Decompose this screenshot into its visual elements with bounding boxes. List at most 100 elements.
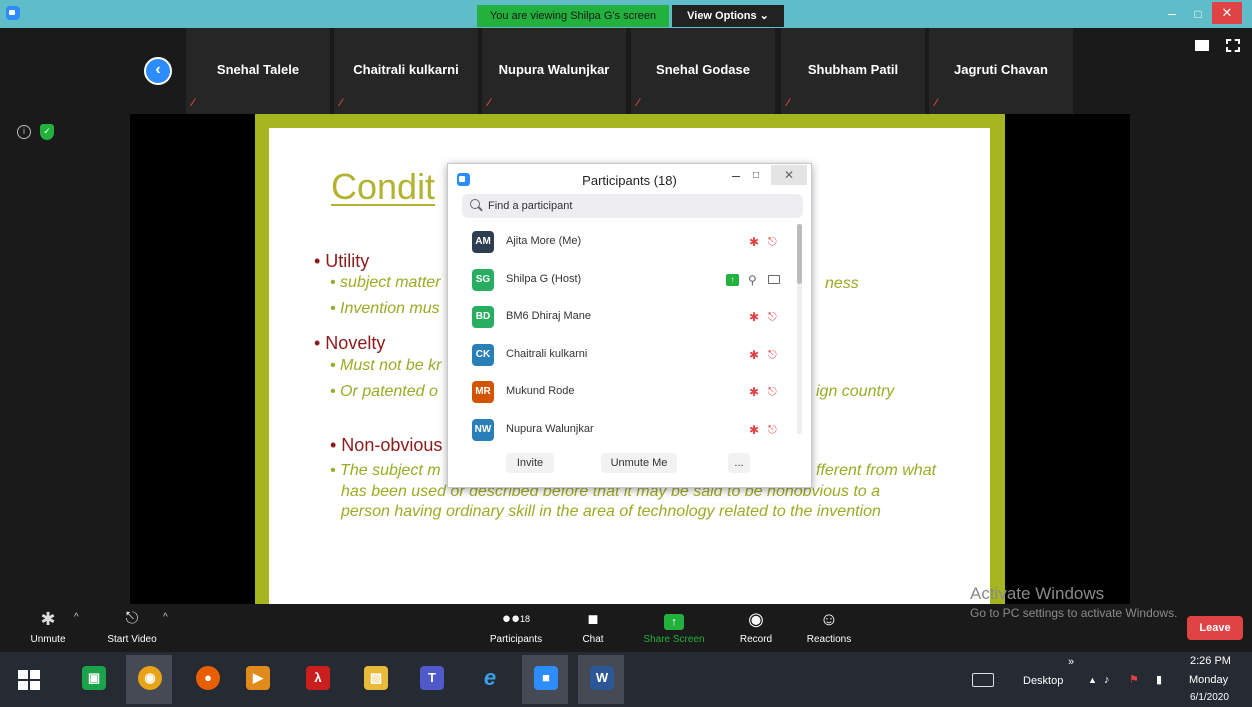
chat-icon: ■ [587, 609, 599, 629]
participant-row[interactable]: CK Chaitrali kulkarni ✱ ⎋ [448, 337, 798, 374]
encryption-shield-icon[interactable]: ✓ [40, 124, 54, 140]
speaker-view-icon[interactable] [1195, 40, 1209, 51]
avatar: SG [472, 269, 494, 291]
participant-search-input[interactable] [488, 194, 788, 218]
unmute-me-button[interactable]: Unmute Me [601, 453, 677, 473]
muted-mic-icon: ⁄ [935, 97, 937, 109]
windows-start-icon[interactable] [18, 670, 40, 690]
thumbnail-jagruti-chavan[interactable]: Jagruti Chavan ⁄ [929, 28, 1073, 114]
record-label: Record [739, 634, 773, 645]
slide-bullet: • The subject m [330, 462, 441, 479]
panel-minimize-button[interactable]: – [728, 166, 744, 186]
media-player-app-button[interactable]: ▶ [234, 655, 280, 704]
clock-time[interactable]: 2:26 PM [1190, 655, 1231, 667]
mic-muted-icon: ✱ [749, 423, 760, 437]
activate-windows-title: Activate Windows [970, 584, 1105, 603]
participant-row[interactable]: SG Shilpa G (Host) ↑ ⚲ [448, 262, 798, 299]
clock-date[interactable]: 6/1/2020 [1190, 692, 1229, 703]
muted-mic-icon: ⁄ [787, 97, 789, 109]
share-screen-button[interactable]: ↑ Share Screen [638, 604, 710, 652]
chat-label: Chat [582, 634, 604, 645]
participant-row[interactable]: BD BM6 Dhiraj Mane ✱ ⎋ [448, 299, 798, 336]
screen-share-indicator-icon: ↑ [726, 274, 739, 286]
participant-name: Nupura Walunjkar [506, 423, 594, 435]
participant-row[interactable]: MR Mukund Rode ✱ ⎋ [448, 374, 798, 411]
avatar: BD [472, 306, 494, 328]
desktop-toolbar-label[interactable]: Desktop [1023, 675, 1063, 687]
slide-bullet-tail: fferent from what [816, 462, 937, 479]
strip-back-button[interactable]: ‹ [144, 57, 172, 85]
participant-row[interactable]: NW Nupura Walunjkar ✱ ⎋ [448, 412, 798, 449]
reactions-label: Reactions [806, 634, 852, 645]
teams-app-button[interactable]: T [408, 655, 454, 704]
video-off-icon: ⎋ [768, 424, 777, 436]
thumbnail-name: Chaitrali kulkarni [353, 62, 459, 77]
record-button[interactable]: ◉ Record [733, 604, 779, 652]
muted-mic-icon: ⁄ [192, 97, 194, 109]
slide-bullet: • Must not be kr [330, 357, 442, 374]
participant-name: Chaitrali kulkarni [506, 348, 588, 360]
thumbnail-snehal-talele[interactable]: Snehal Talele ⁄ [186, 28, 330, 114]
slide-bullet: • Or patented o [330, 383, 438, 400]
participants-button[interactable]: ●●18 Participants [484, 604, 548, 652]
unmute-button[interactable]: ✱ Unmute [18, 604, 78, 652]
fullscreen-icon[interactable] [1226, 39, 1240, 52]
slide-bullet-tail: ign country [816, 383, 895, 400]
clock-day[interactable]: Monday [1189, 674, 1228, 686]
activate-windows-subtitle: Go to PC settings to activate Windows. [970, 606, 1178, 620]
participant-name: BM6 Dhiraj Mane [506, 310, 591, 322]
folder-icon: ▧ [364, 666, 388, 690]
volume-icon[interactable]: ♪ [1104, 674, 1110, 686]
thumbnail-nupura-walunjkar[interactable]: Nupura Walunjkar ⁄ [482, 28, 626, 114]
view-options-button[interactable]: View Options ⌄ [672, 5, 784, 27]
store-app-button[interactable]: ▣ [70, 655, 116, 704]
panel-maximize-button[interactable]: □ [748, 166, 764, 186]
avatar: CK [472, 344, 494, 366]
participant-row[interactable]: AM Ajita More (Me) ✱ ⎋ [448, 224, 798, 261]
tray-overflow-chevron-icon[interactable]: » [1068, 656, 1074, 668]
zoom-meeting-window: You are viewing Shilpa G's screen View O… [0, 0, 1252, 707]
internet-explorer-app-button[interactable]: e [466, 655, 512, 704]
mic-icon: ⚲ [748, 273, 757, 287]
muted-mic-icon: ⁄ [340, 97, 342, 109]
participant-name: Shilpa G (Host) [506, 273, 582, 285]
file-explorer-app-button[interactable]: ▧ [352, 655, 398, 704]
leave-button[interactable]: Leave [1187, 616, 1243, 640]
firefox-app-button[interactable]: ● [184, 655, 230, 704]
mic-muted-icon: ✱ [749, 348, 760, 362]
slide-heading-utility: • Utility [314, 251, 370, 271]
thumbnail-snehal-godase[interactable]: Snehal Godase ⁄ [631, 28, 775, 114]
meeting-info-icon[interactable]: i [17, 125, 31, 139]
word-app-button[interactable]: W [578, 655, 624, 704]
mic-muted-icon: ✱ [40, 609, 56, 629]
slide-bullet: • subject matter [330, 274, 441, 291]
start-video-button[interactable]: ⎋ Start Video [98, 604, 166, 652]
thumbnail-chaitrali-kulkarni[interactable]: Chaitrali kulkarni ⁄ [334, 28, 478, 114]
audio-options-chevron-icon[interactable]: ^ [74, 612, 79, 623]
participants-scrollbar-thumb[interactable] [797, 224, 802, 284]
video-off-icon: ⎋ [125, 610, 139, 627]
video-options-chevron-icon[interactable]: ^ [163, 612, 168, 623]
action-center-flag-icon[interactable]: ⚑ [1129, 673, 1139, 686]
avatar: NW [472, 419, 494, 441]
maximize-button[interactable]: □ [1186, 4, 1210, 24]
invite-button[interactable]: Invite [506, 453, 554, 473]
reactions-button[interactable]: ☺ Reactions [801, 604, 857, 652]
share-screen-icon: ↑ [638, 608, 710, 630]
chat-button[interactable]: ■ Chat [573, 604, 613, 652]
show-hidden-icons-icon[interactable]: ▲ [1088, 675, 1097, 685]
viewing-banner: You are viewing Shilpa G's screen [477, 5, 669, 27]
panel-close-button[interactable]: ✕ [771, 165, 807, 185]
minimize-button[interactable]: – [1160, 4, 1184, 24]
touch-keyboard-icon[interactable] [972, 673, 994, 687]
zoom-app-button[interactable]: ■ [522, 655, 568, 704]
battery-icon[interactable]: ▮ [1156, 673, 1162, 686]
chrome-app-button[interactable]: ◉ [126, 655, 172, 704]
thumbnail-shubham-patil[interactable]: Shubham Patil ⁄ [781, 28, 925, 114]
more-options-button[interactable]: ... [728, 453, 750, 473]
video-off-icon: ⎋ [768, 349, 777, 361]
teams-icon: T [420, 666, 444, 690]
thumbnail-name: Snehal Talele [216, 62, 300, 77]
acrobat-app-button[interactable]: λ [294, 655, 340, 704]
close-button[interactable]: ✕ [1212, 2, 1242, 24]
